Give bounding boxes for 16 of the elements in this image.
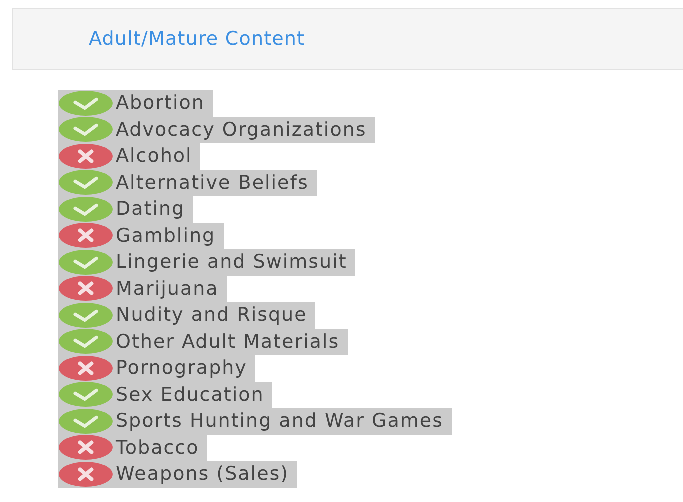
category-item: Sex Education xyxy=(58,382,272,408)
category-item: Pornography xyxy=(58,355,256,382)
panel-title: Adult/Mature Content xyxy=(89,28,306,50)
category-item: Gambling xyxy=(58,222,224,249)
category-item: Weapons (Sales) xyxy=(58,461,298,488)
category-item: Sports Hunting and War Games xyxy=(58,408,452,434)
category-item: Tobacco xyxy=(58,434,208,461)
category-item: Alternative Beliefs xyxy=(58,170,317,196)
category-item: Dating xyxy=(58,196,194,222)
category-item: Nudity and Risque xyxy=(58,302,316,328)
category-item: Other Adult Materials xyxy=(58,328,348,355)
category-item: Lingerie and Swimsuit xyxy=(58,249,356,276)
category-item: Alcohol xyxy=(58,143,200,170)
category-item: Marijuana xyxy=(58,276,227,302)
category-item: Advocacy Organizations xyxy=(58,116,375,143)
category-item: Abortion xyxy=(58,90,213,116)
